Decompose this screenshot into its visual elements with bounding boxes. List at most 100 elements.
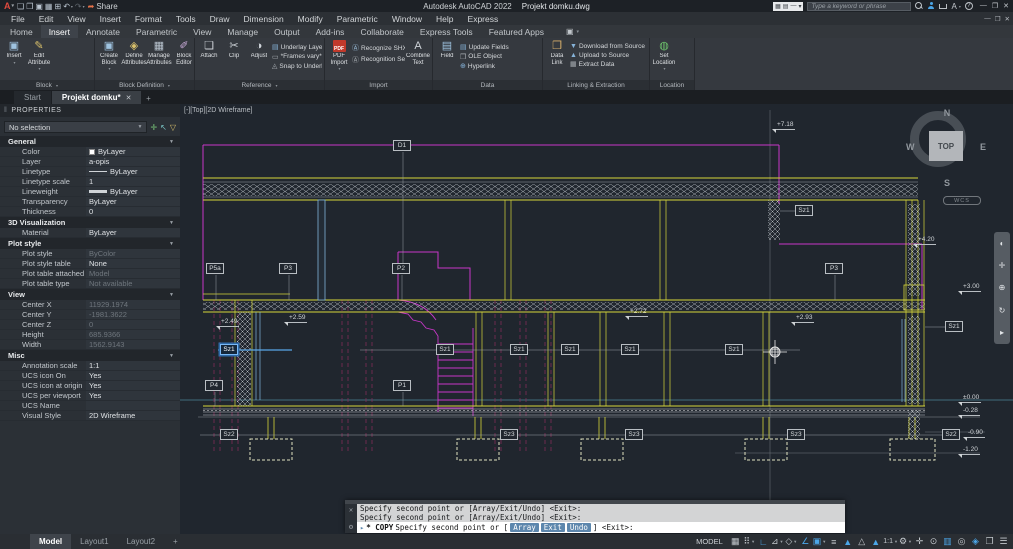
drawing-label[interactable]: P1: [393, 380, 411, 391]
property-value[interactable]: Yes: [86, 381, 180, 390]
ribbon-button-recognition-settings[interactable]: ⒶRecognition Settings: [352, 55, 405, 65]
viewport-controls[interactable]: [-][Top][2D Wireframe]: [184, 107, 252, 114]
panel-title-data[interactable]: Data: [433, 80, 542, 90]
file-tab-start[interactable]: Start: [14, 91, 51, 104]
property-value[interactable]: [86, 401, 180, 410]
close-button[interactable]: ✕: [1003, 2, 1009, 10]
panel-title-block-definition[interactable]: Block Definition▾: [95, 80, 194, 90]
ribbon-button-field[interactable]: ▤Field: [435, 40, 459, 60]
property-value[interactable]: 1:1: [86, 361, 180, 370]
tab-view[interactable]: View: [185, 25, 219, 38]
layout-tab-layout2[interactable]: Layout2: [118, 534, 164, 549]
chevron-down-icon[interactable]: ▾: [83, 4, 85, 9]
drawing-label[interactable]: Sz1: [795, 205, 813, 216]
section-misc[interactable]: Misc▼: [0, 350, 180, 361]
property-value[interactable]: ByColor: [86, 249, 180, 258]
new-file-button[interactable]: ❏: [17, 2, 24, 11]
command-option-exit[interactable]: Exit: [541, 523, 565, 532]
drawing-label[interactable]: Sz2: [220, 429, 238, 440]
showmotion-icon[interactable]: ▸: [1000, 328, 1004, 337]
view-cube[interactable]: N S W E TOP: [905, 110, 989, 194]
ribbon-button-frames-vary[interactable]: ▭*Frames vary*▾: [272, 53, 322, 61]
object-snap-tracking-toggle[interactable]: ∠: [799, 536, 812, 547]
property-value[interactable]: 1562.9143: [86, 340, 180, 349]
wcs-button[interactable]: WCS: [943, 196, 981, 205]
elevation-marker[interactable]: +4.20: [917, 236, 936, 245]
view-cube-top-face[interactable]: TOP: [929, 131, 963, 161]
ribbon-button-block-editor[interactable]: ✐Block Editor: [172, 40, 194, 66]
menu-view[interactable]: View: [60, 14, 92, 24]
annotation-monitor-toggle[interactable]: ✛: [913, 536, 926, 547]
ribbon-button-define-attributes[interactable]: ◈Define Attributes: [122, 40, 146, 66]
drawing-label[interactable]: P5a: [206, 263, 224, 274]
ribbon-button-snap-to-underlays-on[interactable]: ◬Snap to Underlays ON▾: [272, 62, 322, 70]
toggle-pickadd-icon[interactable]: ✛: [150, 123, 157, 132]
drawing-label[interactable]: P2: [392, 263, 410, 274]
elevation-marker[interactable]: +2.93: [795, 314, 814, 323]
elevation-marker[interactable]: +2.49: [220, 318, 239, 327]
property-value[interactable]: Yes: [86, 371, 180, 380]
section-general[interactable]: General▼: [0, 136, 180, 147]
ribbon-button-set-location[interactable]: ◍Set Location▾: [652, 40, 676, 73]
file-tab-projekt-domku[interactable]: Projekt domku*✕: [52, 91, 142, 104]
minimize-button[interactable]: —: [980, 2, 987, 10]
compass-north[interactable]: N: [905, 108, 989, 118]
menu-insert[interactable]: Insert: [93, 14, 128, 24]
section-view[interactable]: View▼: [0, 289, 180, 300]
select-objects-icon[interactable]: ↖: [160, 123, 167, 132]
tab-output[interactable]: Output: [266, 25, 308, 38]
ribbon-button-update-fields[interactable]: ▤Update Fields: [460, 43, 509, 51]
elevation-marker[interactable]: +7.18: [776, 121, 795, 130]
property-value[interactable]: ByLayer: [86, 197, 180, 206]
property-value[interactable]: Model: [86, 269, 180, 278]
save-button[interactable]: ▣: [35, 2, 43, 11]
ribbon-button-create-block[interactable]: ▣Create Block▾: [97, 40, 121, 73]
elevation-marker[interactable]: -0.90: [967, 429, 985, 438]
autoscale-toggle[interactable]: △: [855, 536, 868, 547]
elevation-marker[interactable]: +3.00: [962, 283, 981, 292]
drawing-label[interactable]: Sz2: [942, 429, 960, 440]
new-drawing-tab-button[interactable]: +: [142, 92, 154, 104]
elevation-marker[interactable]: ±0.00: [962, 394, 981, 403]
property-value[interactable]: Yes: [86, 391, 180, 400]
graphics-performance-toggle[interactable]: ◈: [969, 536, 982, 547]
ortho-toggle[interactable]: ∟: [757, 536, 770, 547]
menu-parametric[interactable]: Parametric: [330, 14, 385, 24]
ribbon-button-clip[interactable]: ✂Clip: [222, 40, 246, 60]
drawing-label[interactable]: Sz3: [787, 429, 805, 440]
drawing-label[interactable]: Sz1: [561, 344, 579, 355]
section-3d-visualization[interactable]: 3D Visualization▼: [0, 217, 180, 228]
autodesk-app-button[interactable]: A▾: [951, 2, 960, 11]
menu-tools[interactable]: Tools: [169, 14, 203, 24]
navigation-wheel-icon[interactable]: ◐: [1000, 239, 1005, 248]
property-value[interactable]: a-opis: [86, 157, 180, 166]
panel-title-block[interactable]: Block▾: [0, 80, 94, 90]
close-icon[interactable]: ✕: [126, 94, 132, 102]
ribbon-button-edit-attribute[interactable]: ✎Edit Attribute▾: [27, 40, 51, 73]
share-button[interactable]: ➦ Share: [88, 2, 118, 11]
drawing-canvas[interactable]: [-][Top][2D Wireframe]: [180, 104, 1013, 535]
search-icon[interactable]: [915, 2, 923, 10]
polar-tracking-toggle[interactable]: ⊿▼: [771, 536, 784, 547]
plot-button[interactable]: ⊞: [54, 2, 61, 11]
doc-restore-button[interactable]: ❐: [995, 15, 1001, 23]
drawing-label[interactable]: Sz3: [500, 429, 518, 440]
customize-toggle[interactable]: ☰: [997, 536, 1010, 547]
menu-file[interactable]: File: [4, 14, 32, 24]
ribbon-button-ole-object[interactable]: ❒OLE Object: [460, 53, 509, 61]
panel-title-import[interactable]: Import: [325, 80, 432, 90]
view-switch-group[interactable]: ▦▤—▾: [773, 2, 803, 11]
sign-in-icon[interactable]: [927, 2, 935, 10]
ribbon-button-upload-to-source[interactable]: ▲Upload to Source: [570, 52, 645, 59]
object-snap-toggle[interactable]: ▣▼: [813, 536, 826, 547]
menu-format[interactable]: Format: [128, 14, 169, 24]
lineweight-toggle[interactable]: ≡: [827, 536, 840, 547]
doc-minimize-button[interactable]: —: [984, 15, 991, 23]
annotation-visibility-toggle[interactable]: ▲: [841, 536, 854, 547]
section-plot-style[interactable]: Plot style▼: [0, 238, 180, 249]
ribbon-button-extract-data[interactable]: ▦Extract Data: [570, 60, 645, 68]
property-value[interactable]: 2D Wireframe: [86, 411, 180, 420]
elevation-marker[interactable]: -0.28: [962, 407, 980, 416]
drawing-label[interactable]: Sz1: [945, 321, 963, 332]
compass-west[interactable]: W: [906, 142, 915, 152]
